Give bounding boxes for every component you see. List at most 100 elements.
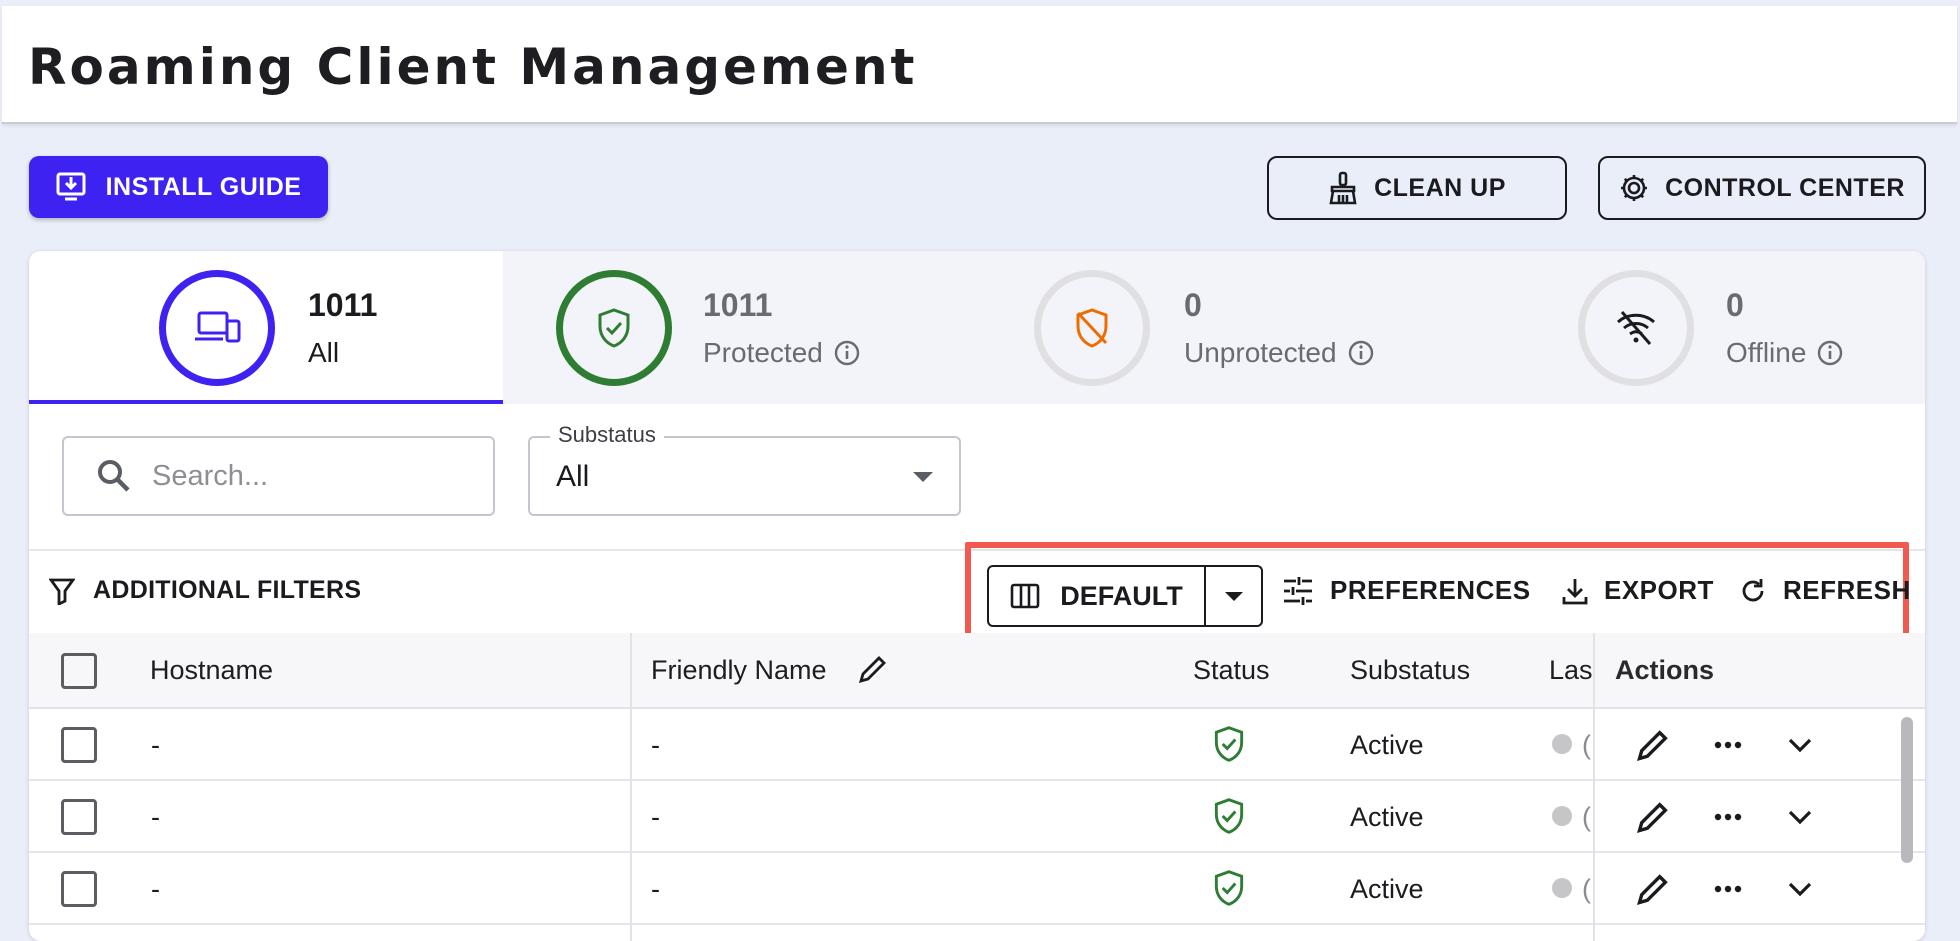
row-checkbox[interactable] xyxy=(61,799,97,835)
stat-ring xyxy=(1578,270,1694,386)
preferences-label: PREFERENCES xyxy=(1330,575,1531,605)
download-icon xyxy=(1562,578,1588,604)
clean-up-label: CLEAN UP xyxy=(1374,173,1506,202)
stat-label: Offline xyxy=(1726,337,1807,368)
chevron-down-icon[interactable] xyxy=(1787,737,1813,753)
friendly-name-cell: - xyxy=(651,802,660,832)
column-hostname[interactable]: Hostname xyxy=(150,655,273,686)
pencil-icon[interactable] xyxy=(1635,727,1671,763)
chevron-down-icon[interactable] xyxy=(1787,881,1813,897)
filter-icon xyxy=(49,578,75,605)
control-center-button[interactable]: CONTROL CENTER xyxy=(1598,156,1926,220)
additional-filters-button[interactable]: ADDITIONAL FILTERS xyxy=(49,576,361,605)
column-separator xyxy=(630,709,632,941)
export-label: EXPORT xyxy=(1604,575,1714,605)
view-label: DEFAULT xyxy=(1060,580,1183,611)
column-substatus[interactable]: Substatus xyxy=(1350,655,1470,686)
stat-ring xyxy=(1034,270,1150,386)
status-dot xyxy=(1552,806,1572,826)
stat-count: 0 xyxy=(1726,287,1744,323)
friendly-name-cell: - xyxy=(651,874,660,904)
stat-all[interactable]: 1011 All xyxy=(29,251,503,404)
stat-ring xyxy=(556,270,672,386)
broom-icon xyxy=(1329,171,1357,205)
control-center-label: CONTROL CENTER xyxy=(1665,173,1905,202)
stat-unprotected[interactable]: 0 Unprotected xyxy=(973,251,1443,404)
status-dot xyxy=(1552,878,1572,898)
info-icon[interactable] xyxy=(833,339,861,367)
row-actions xyxy=(1595,781,1925,853)
columns-icon xyxy=(1010,583,1040,609)
more-horizontal-icon[interactable] xyxy=(1713,812,1743,822)
last-seen-cell: ( xyxy=(1582,874,1591,904)
actions-column: Actions xyxy=(1593,633,1925,941)
wifi-off-icon xyxy=(1616,311,1656,345)
tune-icon xyxy=(1284,576,1312,605)
export-button[interactable]: EXPORT xyxy=(1562,575,1714,606)
column-actions: Actions xyxy=(1615,655,1715,685)
pencil-icon xyxy=(858,656,886,684)
search-field[interactable] xyxy=(62,436,495,516)
info-icon[interactable] xyxy=(1347,339,1375,367)
chevron-down-icon[interactable] xyxy=(1787,809,1813,825)
stat-label: All xyxy=(308,337,340,368)
shield-check-icon xyxy=(598,308,630,348)
refresh-label: REFRESH xyxy=(1783,575,1911,605)
pencil-icon[interactable] xyxy=(1635,799,1671,835)
row-actions xyxy=(1595,709,1925,781)
select-all-checkbox[interactable] xyxy=(61,653,97,689)
scrollbar-thumb[interactable] xyxy=(1901,717,1913,863)
stat-ring xyxy=(159,270,275,386)
stat-offline[interactable]: 0 Offline xyxy=(1443,251,1925,404)
caret-down-icon xyxy=(913,472,933,482)
substatus-cell: Active xyxy=(1350,730,1424,760)
gear-icon xyxy=(1621,175,1648,201)
row-checkbox[interactable] xyxy=(61,727,97,763)
stat-count: 1011 xyxy=(308,287,378,323)
substatus-cell: Active xyxy=(1350,802,1424,832)
search-input[interactable] xyxy=(152,459,472,493)
shield-check-icon xyxy=(1214,870,1244,906)
substatus-cell: Active xyxy=(1350,874,1424,904)
clean-up-button[interactable]: CLEAN UP xyxy=(1267,156,1567,220)
column-status[interactable]: Status xyxy=(1193,655,1270,686)
page-header: Roaming Client Management xyxy=(2,6,1957,124)
row-actions xyxy=(1595,853,1925,925)
last-seen-cell: ( xyxy=(1582,802,1591,832)
column-friendly-name[interactable]: Friendly Name xyxy=(651,655,827,686)
stat-count: 1011 xyxy=(703,287,773,323)
last-seen-cell: ( xyxy=(1582,730,1591,760)
status-dot xyxy=(1552,734,1572,754)
stat-label: Protected xyxy=(703,337,823,368)
search-icon xyxy=(98,460,130,492)
pencil-icon[interactable] xyxy=(1635,871,1671,907)
stat-count: 0 xyxy=(1184,287,1202,323)
view-default-button[interactable]: DEFAULT xyxy=(989,567,1206,625)
view-dropdown-button[interactable] xyxy=(1206,567,1261,625)
shield-check-icon xyxy=(1214,726,1244,762)
column-separator xyxy=(630,633,632,707)
column-last[interactable]: Las xyxy=(1549,655,1593,686)
clients-card: 1011 All 1011 Protected 0 Unprotected 0 … xyxy=(29,251,1925,941)
status-summary: 1011 All 1011 Protected 0 Unprotected 0 … xyxy=(29,251,1925,404)
info-icon[interactable] xyxy=(1816,339,1844,367)
devices-icon xyxy=(195,311,241,343)
table-toolbar: ADDITIONAL FILTERS DEFAULT PREFERENCES E… xyxy=(29,542,1925,651)
substatus-value: All xyxy=(556,460,590,493)
stat-protected[interactable]: 1011 Protected xyxy=(503,251,973,404)
friendly-name-cell: - xyxy=(651,730,660,760)
more-horizontal-icon[interactable] xyxy=(1713,884,1743,894)
substatus-select[interactable]: Substatus All xyxy=(528,422,961,516)
refresh-button[interactable]: REFRESH xyxy=(1739,575,1911,606)
install-guide-button[interactable]: INSTALL GUIDE xyxy=(29,156,328,218)
refresh-icon xyxy=(1742,578,1764,601)
more-horizontal-icon[interactable] xyxy=(1713,740,1743,750)
hostname-cell: - xyxy=(151,730,160,760)
preferences-button[interactable]: PREFERENCES xyxy=(1282,575,1531,606)
stat-label: Unprotected xyxy=(1184,337,1337,368)
vertical-scrollbar[interactable] xyxy=(1897,713,1917,941)
substatus-label: Substatus xyxy=(550,422,664,448)
row-checkbox[interactable] xyxy=(61,871,97,907)
view-select[interactable]: DEFAULT xyxy=(987,565,1263,627)
actions-header: Actions xyxy=(1595,633,1925,709)
